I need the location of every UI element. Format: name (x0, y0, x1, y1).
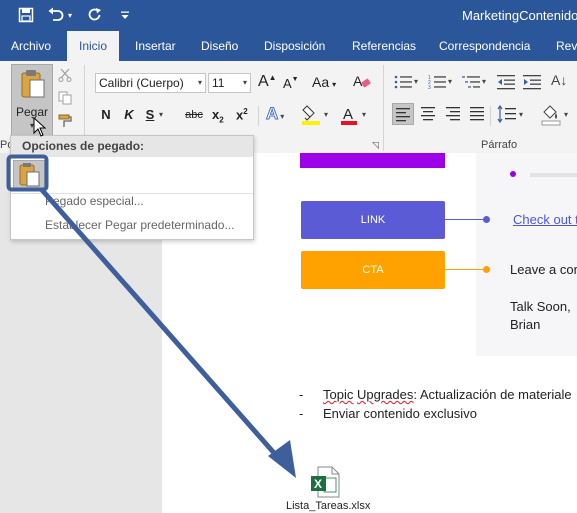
annotation-arrow (6, 154, 296, 478)
